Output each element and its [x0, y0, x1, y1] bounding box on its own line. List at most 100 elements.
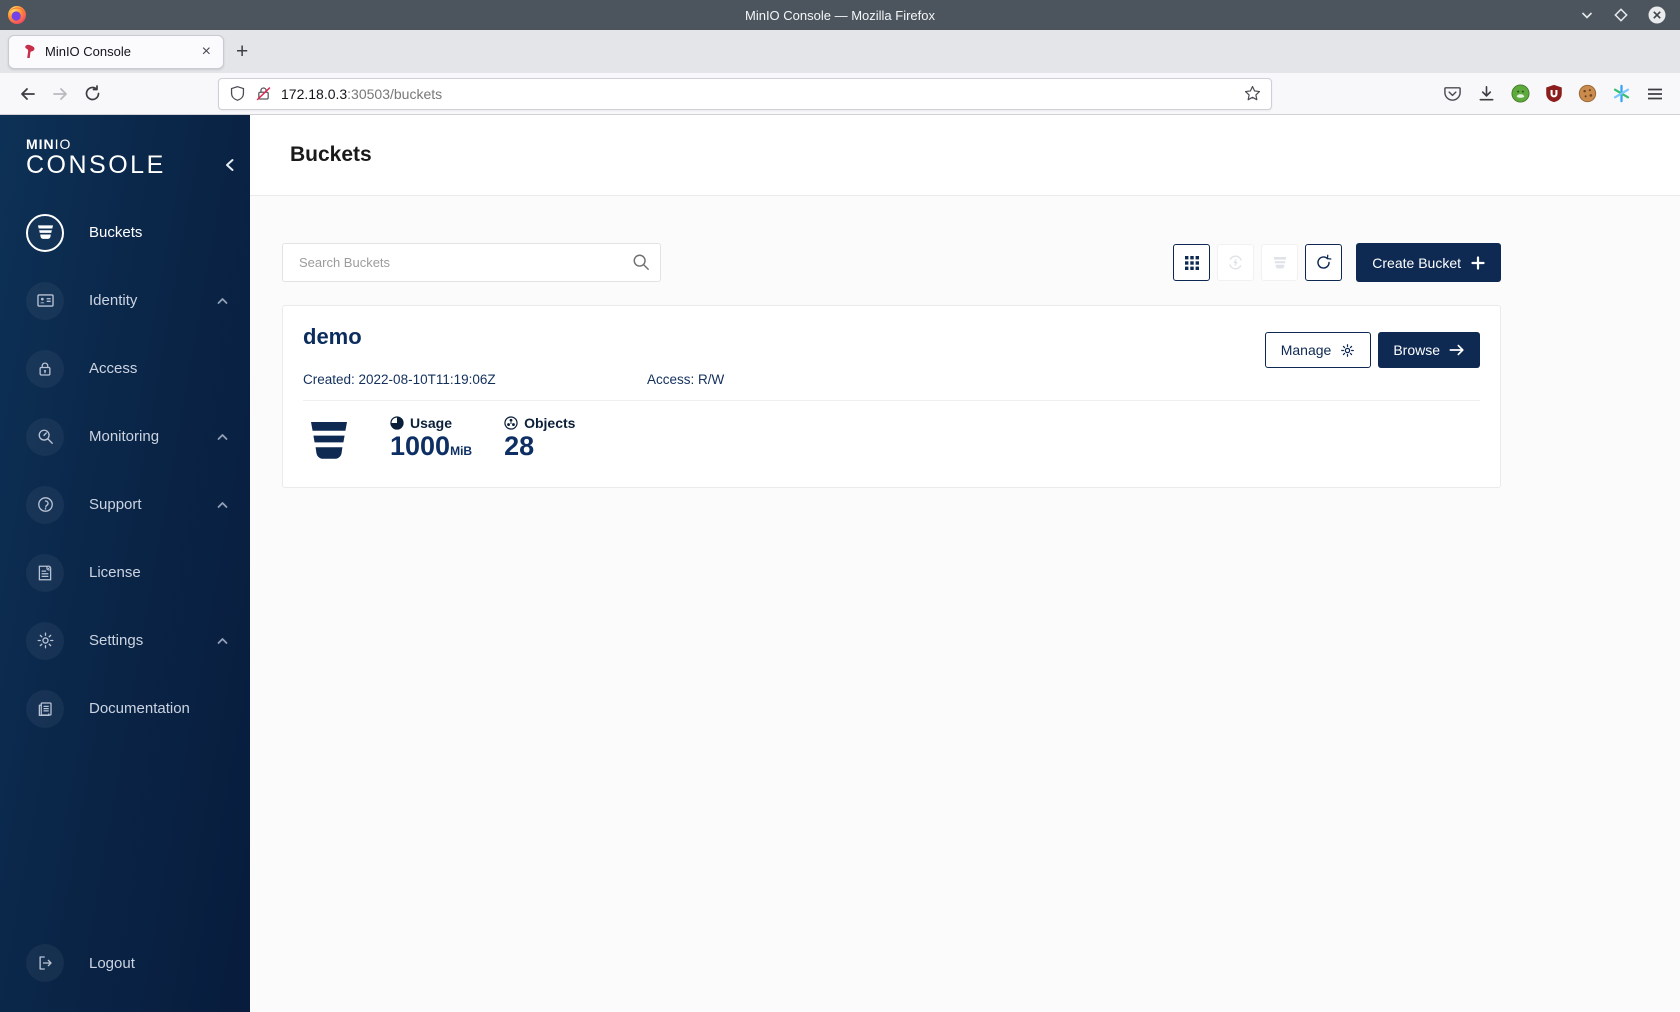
- minimize-button[interactable]: [1580, 8, 1594, 22]
- create-bucket-label: Create Bucket: [1372, 254, 1461, 271]
- sidebar-item-label: Monitoring: [89, 428, 160, 446]
- usage-unit: MiB: [450, 444, 473, 458]
- url-bar[interactable]: 172.18.0.3:30503/buckets: [218, 77, 1272, 110]
- list-view-toggle-button[interactable]: [1173, 244, 1211, 281]
- logout-icon: [39, 956, 52, 970]
- delete-bucket-icon: [1273, 256, 1287, 268]
- sidebar-item-support[interactable]: Support: [0, 471, 250, 539]
- shield-icon[interactable]: [229, 85, 246, 102]
- sidebar: MINIO CONSOLE Buckets Identity Access Mo…: [0, 115, 250, 1012]
- bucket-icon: [37, 225, 53, 240]
- sidebar-menu: Buckets Identity Access Monitoring Suppo…: [0, 199, 250, 982]
- url-text[interactable]: 172.18.0.3:30503/buckets: [281, 86, 1244, 102]
- usage-pie-icon: [390, 416, 404, 430]
- access-lock-icon: [39, 362, 51, 376]
- sidebar-item-label: Settings: [89, 632, 144, 650]
- forward-button[interactable]: [44, 78, 76, 110]
- minio-console-logo: MINIO CONSOLE: [26, 137, 250, 178]
- lock-slash-icon[interactable]: [255, 85, 272, 102]
- arrow-right-icon: [1449, 344, 1464, 356]
- chevron-up-icon[interactable]: [217, 637, 228, 645]
- manage-label: Manage: [1280, 342, 1332, 358]
- sidebar-item-logout[interactable]: Logout: [0, 929, 250, 997]
- monitoring-icon: [38, 430, 53, 445]
- maximize-button[interactable]: [1614, 8, 1628, 22]
- search-icon: [633, 254, 649, 270]
- ublock-icon[interactable]: [1545, 84, 1563, 103]
- identity-icon: [36, 294, 54, 308]
- browser-toolbar: 172.18.0.3:30503/buckets: [0, 73, 1680, 115]
- sidebar-item-settings[interactable]: Settings: [0, 607, 250, 675]
- menu-icon[interactable]: [1646, 85, 1664, 103]
- pocket-icon[interactable]: [1443, 84, 1462, 103]
- cookie-icon[interactable]: [1578, 84, 1597, 103]
- sidebar-item-monitoring[interactable]: Monitoring: [0, 403, 250, 471]
- chevron-up-icon[interactable]: [217, 297, 228, 305]
- tab-bar: MinIO Console × +: [0, 30, 1680, 73]
- plus-icon: [1471, 255, 1485, 270]
- window-titlebar: MinIO Console — Mozilla Firefox: [0, 0, 1680, 30]
- container-icon[interactable]: [1612, 84, 1631, 103]
- bookmark-star-icon[interactable]: [1244, 85, 1261, 102]
- refresh-buckets-button[interactable]: [1305, 244, 1343, 281]
- new-tab-button[interactable]: +: [236, 41, 248, 62]
- browse-button[interactable]: Browse: [1378, 332, 1480, 368]
- settings-gear-icon: [37, 632, 53, 649]
- gear-icon: [1341, 343, 1355, 357]
- tab-minio-console[interactable]: MinIO Console ×: [8, 34, 224, 69]
- sidebar-item-label: License: [89, 564, 141, 582]
- reload-button[interactable]: [76, 78, 108, 110]
- sidebar-item-label: Identity: [89, 292, 138, 310]
- card-divider: [303, 400, 1480, 401]
- create-bucket-button[interactable]: Create Bucket: [1356, 243, 1501, 282]
- manage-button[interactable]: Manage: [1264, 332, 1372, 368]
- close-button[interactable]: [1648, 6, 1666, 24]
- brand-minio-light: IO: [54, 136, 72, 152]
- usage-value: 1000: [390, 431, 451, 461]
- sidebar-item-label: Buckets: [89, 224, 143, 242]
- objects-icon: [504, 416, 518, 430]
- privacy-badger-icon[interactable]: [1511, 84, 1530, 103]
- sidebar-item-license[interactable]: License: [0, 539, 250, 607]
- sidebar-item-label: Access: [89, 360, 138, 378]
- firefox-logo-icon: [8, 6, 26, 24]
- documentation-icon: [38, 702, 52, 716]
- refresh-icon: [1317, 254, 1332, 269]
- support-icon: [37, 497, 53, 513]
- brand-console: CONSOLE: [26, 150, 166, 179]
- bucket-card-demo[interactable]: demo Manage Browse Created: 2022-08-10T1…: [282, 305, 1501, 488]
- sidebar-item-documentation[interactable]: Documentation: [0, 675, 250, 743]
- sidebar-item-identity[interactable]: Identity: [0, 267, 250, 335]
- delete-buckets-button: [1261, 244, 1299, 281]
- set-replication-button: [1217, 244, 1255, 281]
- replicate-icon: [1229, 255, 1242, 270]
- objects-metric: Objects 28: [504, 415, 575, 462]
- url-path: :30503/buckets: [347, 85, 443, 102]
- objects-label: Objects: [524, 415, 576, 431]
- buckets-toolbar: Create Bucket: [282, 243, 1501, 282]
- sidebar-collapse-icon[interactable]: [223, 157, 236, 173]
- minio-favicon-icon: [25, 44, 35, 58]
- back-button[interactable]: [12, 78, 44, 110]
- bucket-access: Access: R/W: [647, 372, 725, 387]
- page-header: Buckets: [250, 115, 1680, 196]
- download-icon[interactable]: [1477, 84, 1496, 103]
- browse-label: Browse: [1393, 342, 1440, 358]
- tab-close-icon[interactable]: ×: [198, 43, 215, 60]
- grid-view-icon: [1184, 255, 1199, 270]
- page-title: Buckets: [290, 143, 372, 166]
- brand-minio-bold: MIN: [26, 136, 55, 152]
- search-box: [282, 243, 661, 282]
- chevron-up-icon[interactable]: [217, 501, 228, 509]
- main-content: Buckets Search Buckets Create Bucket dem…: [250, 115, 1680, 1012]
- search-input[interactable]: [282, 243, 661, 282]
- license-icon: [38, 565, 52, 581]
- usage-metric: Usage 1000MiB: [390, 415, 472, 462]
- sidebar-item-label: Support: [89, 496, 142, 514]
- sidebar-item-label: Logout: [89, 954, 135, 972]
- bucket-name-link[interactable]: demo: [303, 324, 362, 350]
- objects-value: 28: [504, 431, 535, 461]
- sidebar-item-access[interactable]: Access: [0, 335, 250, 403]
- chevron-up-icon[interactable]: [217, 433, 228, 441]
- sidebar-item-buckets[interactable]: Buckets: [0, 199, 250, 267]
